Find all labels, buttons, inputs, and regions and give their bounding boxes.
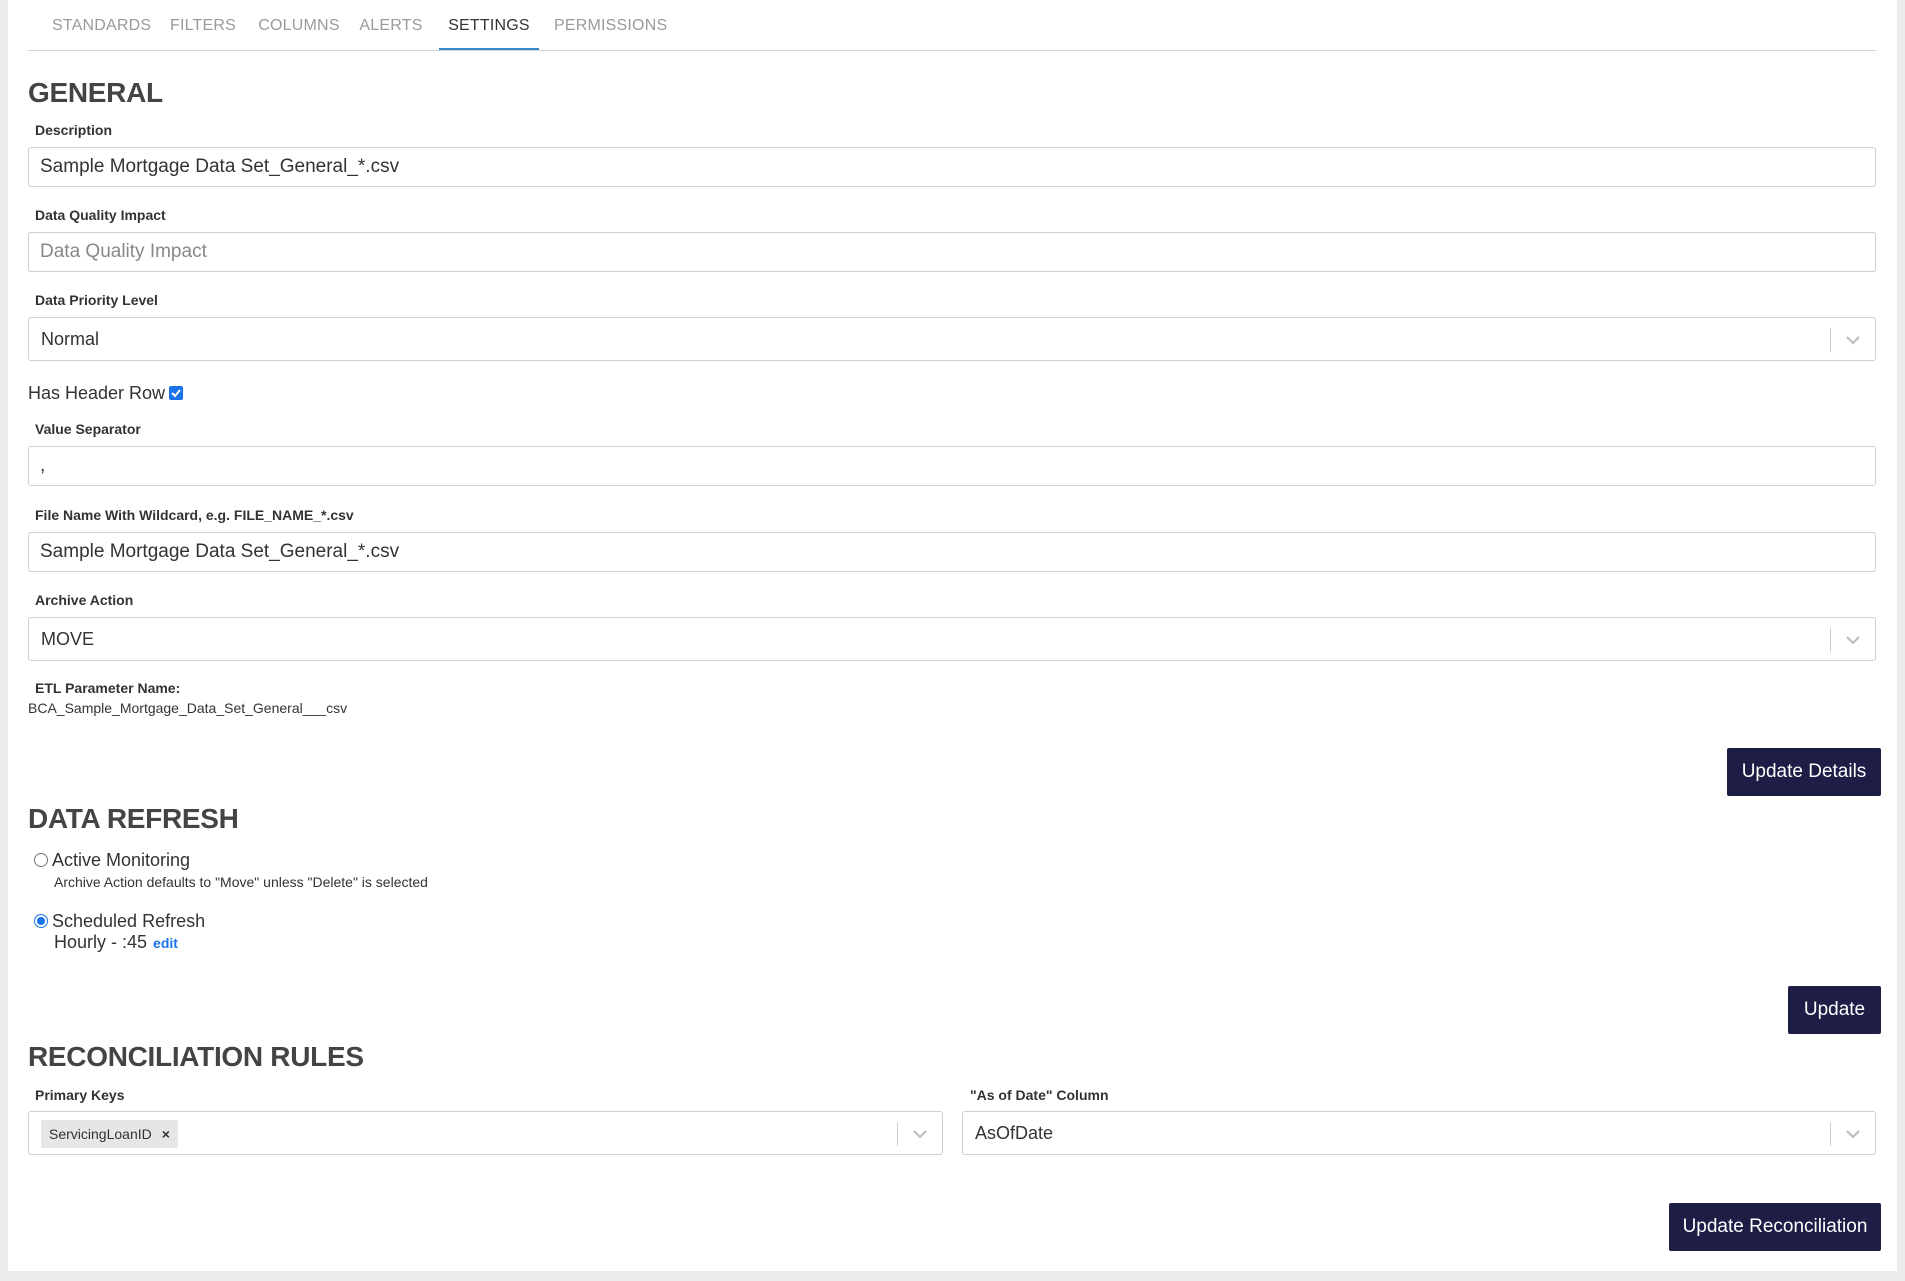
header-row-label: Has Header Row xyxy=(28,383,166,403)
dq-impact-input[interactable]: Data Quality Impact xyxy=(28,232,1876,272)
chevron-down-icon xyxy=(1846,636,1860,645)
tab-alerts[interactable]: ALERTS xyxy=(358,0,424,50)
primary-keys-label: Primary Keys xyxy=(35,1087,125,1103)
etl-label: ETL Parameter Name: xyxy=(35,680,181,696)
description-label: Description xyxy=(35,122,113,138)
tab-columns[interactable]: COLUMNS xyxy=(258,0,340,50)
select-divider xyxy=(1830,628,1831,652)
scheduled-refresh-label[interactable]: Scheduled Refresh xyxy=(52,911,205,932)
tab-settings[interactable]: SETTINGS xyxy=(439,0,539,50)
dq-impact-label: Data Quality Impact xyxy=(35,207,166,223)
remove-tag-icon[interactable]: × xyxy=(162,1126,170,1142)
active-monitoring-radio[interactable] xyxy=(34,853,48,867)
header-row-option[interactable]: Has Header Row xyxy=(28,383,184,404)
tab-standards[interactable]: STANDARDS xyxy=(52,0,151,50)
scheduled-refresh-radio[interactable] xyxy=(34,914,48,928)
as-of-date-value: AsOfDate xyxy=(975,1123,1054,1143)
as-of-date-label: "As of Date" Column xyxy=(970,1087,1109,1103)
header-row-checkbox[interactable] xyxy=(169,386,184,400)
data-refresh-title: DATA REFRESH xyxy=(28,803,239,834)
active-monitoring-hint: Archive Action defaults to "Move" unless… xyxy=(54,874,428,890)
chevron-down-icon xyxy=(1846,1130,1860,1139)
filename-input[interactable]: Sample Mortgage Data Set_General_*.csv xyxy=(28,532,1876,572)
general-section-title: GENERAL xyxy=(28,77,163,108)
archive-label: Archive Action xyxy=(35,592,134,608)
as-of-date-select[interactable]: AsOfDate xyxy=(962,1111,1876,1155)
tab-filters[interactable]: FILTERS xyxy=(170,0,236,50)
priority-select[interactable]: Normal xyxy=(28,317,1876,361)
select-divider xyxy=(1830,1122,1831,1146)
select-divider xyxy=(1830,328,1831,352)
separator-label: Value Separator xyxy=(35,421,141,437)
primary-key-tag-label: ServicingLoanID xyxy=(49,1126,152,1142)
priority-value: Normal xyxy=(41,329,100,349)
separator-input[interactable]: , xyxy=(28,446,1876,486)
update-reconciliation-button[interactable]: Update Reconciliation xyxy=(1669,1203,1881,1251)
archive-value: MOVE xyxy=(41,629,95,649)
scheduled-refresh-detail: Hourly - :45 edit xyxy=(54,932,178,953)
settings-page: STANDARDS FILTERS COLUMNS ALERTS SETTING… xyxy=(8,0,1897,1271)
schedule-text: Hourly - :45 xyxy=(54,932,148,952)
chevron-down-icon xyxy=(913,1130,927,1139)
update-details-button[interactable]: Update Details xyxy=(1727,748,1881,796)
reconciliation-title: RECONCILIATION RULES xyxy=(28,1041,364,1072)
active-monitoring-label[interactable]: Active Monitoring xyxy=(52,850,190,871)
chevron-down-icon xyxy=(1846,336,1860,345)
filename-label: File Name With Wildcard, e.g. FILE_NAME_… xyxy=(35,507,354,523)
primary-keys-select[interactable]: ServicingLoanID × xyxy=(28,1111,943,1155)
select-divider xyxy=(897,1122,898,1146)
primary-key-tag: ServicingLoanID × xyxy=(41,1120,178,1148)
update-refresh-button[interactable]: Update xyxy=(1788,986,1881,1034)
description-input[interactable]: Sample Mortgage Data Set_General_*.csv xyxy=(28,147,1876,187)
checkmark-icon xyxy=(171,389,181,398)
tab-bar: STANDARDS FILTERS COLUMNS ALERTS SETTING… xyxy=(28,0,1876,51)
archive-select[interactable]: MOVE xyxy=(28,617,1876,661)
tab-permissions[interactable]: PERMISSIONS xyxy=(554,0,667,50)
priority-label: Data Priority Level xyxy=(35,292,158,308)
edit-schedule-link[interactable]: edit xyxy=(153,935,178,951)
etl-value: BCA_Sample_Mortgage_Data_Set_General___c… xyxy=(28,700,348,716)
